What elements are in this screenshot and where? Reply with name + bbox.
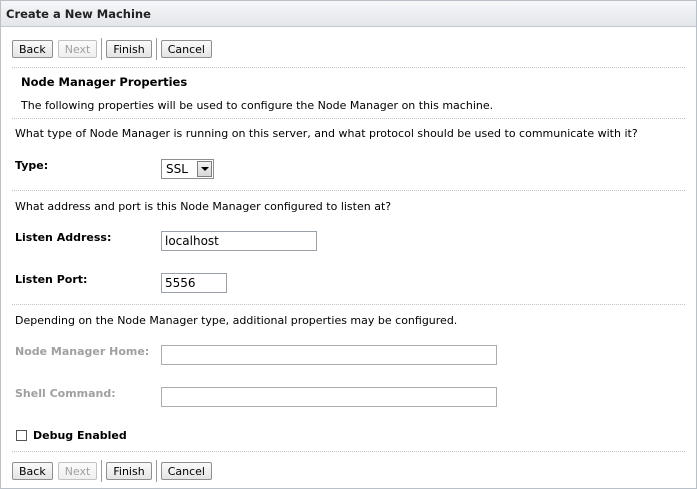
node-manager-home-input[interactable] [161,345,497,365]
divider [12,190,685,191]
address-question: What address and port is this Node Manag… [15,200,392,213]
back-button[interactable]: Back [12,462,53,480]
divider [12,451,685,452]
toolbar-separator [155,38,157,60]
type-select[interactable]: SSL [161,159,214,179]
type-label: Type: [15,159,49,172]
toolbar-separator [101,38,103,60]
cancel-button[interactable]: Cancel [160,40,212,58]
back-button[interactable]: Back [12,40,53,58]
debug-enabled-label: Debug Enabled [33,429,127,442]
type-question: What type of Node Manager is running on … [15,127,638,140]
divider [12,304,685,305]
toolbar-separator [101,460,103,482]
bottom-toolbar: Back Next Finish Cancel [12,460,212,482]
section-title: Node Manager Properties [21,75,188,89]
title-bar: Create a New Machine [1,1,696,27]
finish-button[interactable]: Finish [106,462,152,480]
toolbar-separator [155,460,157,482]
window-title: Create a New Machine [6,7,151,21]
wizard-frame [0,0,697,489]
type-select-value: SSL [166,162,188,176]
additional-question: Depending on the Node Manager type, addi… [15,314,458,327]
divider [12,67,685,68]
shell-command-label: Shell Command: [15,387,116,400]
shell-command-input[interactable] [161,387,497,407]
debug-enabled-checkbox[interactable] [16,430,27,441]
listen-address-input[interactable]: localhost [161,231,317,251]
chevron-down-icon[interactable] [197,161,212,177]
listen-port-label: Listen Port: [15,273,88,286]
listen-address-label: Listen Address: [15,231,112,244]
finish-button[interactable]: Finish [106,40,152,58]
listen-port-input[interactable]: 5556 [161,273,227,293]
cancel-button[interactable]: Cancel [160,462,212,480]
node-manager-home-label: Node Manager Home: [15,345,150,358]
top-toolbar: Back Next Finish Cancel [12,38,212,60]
section-description: The following properties will be used to… [21,99,494,112]
divider [12,118,685,119]
next-button[interactable]: Next [57,462,98,480]
next-button[interactable]: Next [57,40,98,58]
